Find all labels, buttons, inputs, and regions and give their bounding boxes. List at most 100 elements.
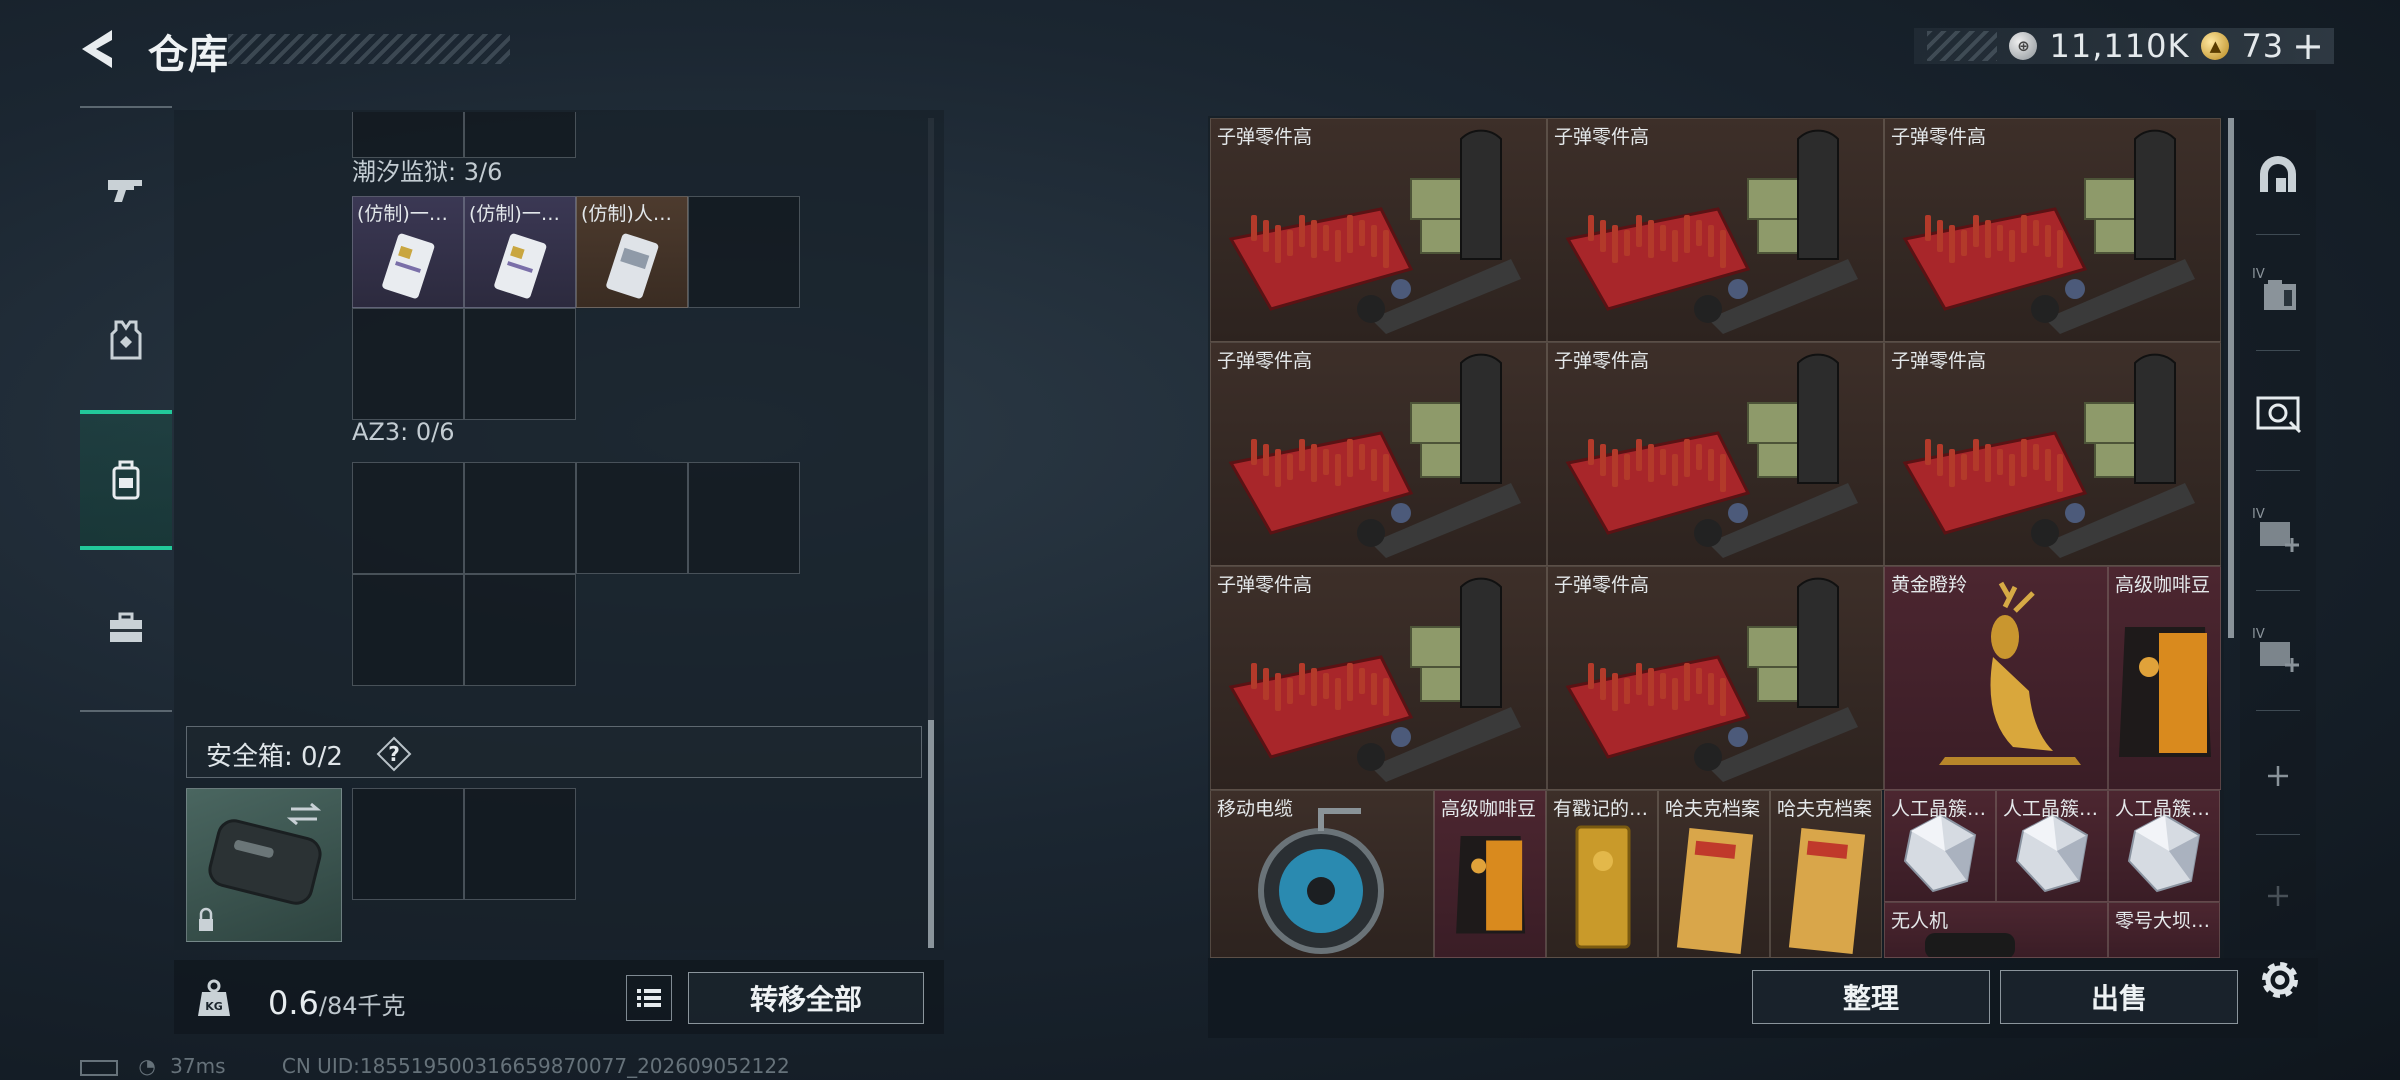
hafu-coin-value: 11,110K — [2049, 27, 2190, 65]
grid-slot[interactable] — [352, 574, 464, 686]
storage-scrollbar[interactable] — [928, 118, 934, 948]
item-name: 人工晶簇… — [1891, 798, 1987, 820]
stash-item-crystal[interactable]: 人工晶簇… — [1996, 790, 2108, 902]
grid-slot[interactable] — [464, 308, 576, 420]
grid-slot[interactable] — [352, 462, 464, 574]
stash-item-crystal[interactable]: 人工晶簇… — [1884, 790, 1996, 902]
nav-backpack[interactable] — [80, 410, 172, 550]
stash-item-folder[interactable]: 哈夫克档案 — [1658, 790, 1770, 958]
ammo-crate-icon — [1885, 119, 2220, 341]
tab-7[interactable]: IV — [2250, 624, 2306, 680]
stash-item-gold-gazelle[interactable]: 黄金瞪羚 — [1884, 566, 2108, 790]
silver-coin-icon: ⊕ — [2009, 32, 2038, 60]
left-category-nav — [80, 106, 172, 712]
safe-box-slot[interactable] — [352, 788, 464, 900]
stash-item-cable-reel[interactable]: 移动电缆 — [1210, 790, 1434, 958]
stash-item-ammo-crate[interactable]: 子弹零件高 — [1884, 118, 2221, 342]
tab-add-2[interactable] — [2250, 868, 2306, 924]
coffee-icon — [2109, 567, 2220, 789]
gold-coin-icon: ▲ — [2201, 32, 2230, 60]
stash-item-ammo-crate[interactable]: 子弹零件高 — [1210, 566, 1547, 790]
grid-slot[interactable] — [464, 462, 576, 574]
nav-equipment[interactable] — [80, 270, 172, 410]
settings-button[interactable] — [2254, 954, 2306, 1006]
stash-item-crystal[interactable]: 人工晶簇… — [2108, 790, 2220, 902]
page-title: 仓库 — [148, 32, 228, 78]
stash-item-drone[interactable]: 无人机 — [1884, 902, 2108, 958]
list-view-button[interactable] — [626, 975, 672, 1021]
weight-max: /84千克 — [318, 992, 406, 1020]
weight-value: 0.6/84千克 — [268, 984, 406, 1022]
tab-separator — [2256, 834, 2300, 835]
grid-slot[interactable] — [576, 462, 688, 574]
item-name: 人工晶簇… — [2003, 798, 2099, 820]
sell-button[interactable]: 出售 — [2000, 970, 2238, 1024]
medkit-plus-icon: IV — [2252, 627, 2299, 672]
stash-item-ammo-crate[interactable]: 子弹零件高 — [1210, 118, 1547, 342]
list-icon — [637, 989, 661, 1007]
item-name: 零号大坝… — [2115, 910, 2211, 932]
stash-item-ammo-crate[interactable]: 子弹零件高 — [1210, 342, 1547, 566]
nav-weapon[interactable] — [80, 120, 172, 260]
grid-slot[interactable] — [688, 196, 800, 308]
storage-item-card[interactable]: (仿制)一… — [352, 196, 464, 308]
grid-slot[interactable] — [688, 462, 800, 574]
ammo-crate-icon — [1211, 119, 1546, 341]
grid-slot[interactable] — [352, 308, 464, 420]
battery-icon — [80, 1059, 118, 1076]
stash-item-ammo-crate[interactable]: 子弹零件高 — [1547, 566, 1884, 790]
item-name: 子弹零件高 — [1217, 126, 1313, 148]
back-button[interactable] — [78, 26, 124, 72]
item-name: (仿制)一… — [469, 203, 560, 225]
add-currency-button[interactable]: + — [2292, 24, 2324, 68]
help-icon[interactable]: ? — [374, 734, 414, 774]
gold-gazelle-icon — [1885, 567, 2107, 789]
item-name: 子弹零件高 — [1554, 126, 1650, 148]
stash-item-misc[interactable]: 零号大坝… — [2108, 902, 2220, 958]
section-label: 潮汐监狱: 3/6 — [352, 158, 503, 186]
stash-item-ammo-crate[interactable]: 子弹零件高 — [1547, 118, 1884, 342]
stash-item-coffee[interactable]: 高级咖啡豆 — [1434, 790, 1546, 958]
tab-6[interactable]: IV — [2250, 504, 2306, 560]
ammo-crate-icon — [1211, 343, 1546, 565]
currency-decoration — [1927, 31, 1998, 61]
plus-icon — [2268, 886, 2288, 906]
arch-icon — [2260, 156, 2296, 192]
safe-box-slot[interactable] — [464, 788, 576, 900]
item-name: 子弹零件高 — [1217, 350, 1313, 372]
ammo-crate-icon — [1885, 343, 2220, 565]
stash-item-coffee[interactable]: 高级咖啡豆 — [2108, 566, 2221, 790]
folder-icon: IV — [2252, 267, 2296, 310]
tab-separator — [2256, 710, 2300, 711]
sort-button[interactable]: 整理 — [1752, 970, 1990, 1024]
stash-item-ammo-crate[interactable]: 子弹零件高 — [1884, 342, 2221, 566]
access-card-icon — [494, 233, 547, 299]
safe-box-case[interactable] — [186, 788, 342, 942]
tab-5[interactable] — [2250, 384, 2306, 440]
stash-grid[interactable]: 子弹零件高 子弹零件高 子弹零件高 子弹零件高 子弹零件高 子弹零件高 子弹零件… — [1210, 118, 2222, 958]
vest-icon — [110, 320, 142, 360]
item-name: 子弹零件高 — [1217, 574, 1313, 596]
stash-scrollbar[interactable] — [2228, 118, 2234, 638]
access-card-icon — [606, 233, 659, 299]
storage-item-card[interactable]: (仿制)人… — [576, 196, 688, 308]
nav-briefcase[interactable] — [80, 558, 172, 698]
tab-separator — [2256, 590, 2300, 591]
scrollbar-thumb[interactable] — [928, 720, 934, 948]
storage-item-card[interactable]: (仿制)一… — [464, 196, 576, 308]
grid-slot[interactable] — [464, 574, 576, 686]
tab-add[interactable] — [2250, 748, 2306, 804]
tab-4[interactable]: IV — [2250, 264, 2306, 320]
weight-icon-label: KG — [205, 1000, 223, 1013]
backpack-icon — [112, 460, 140, 500]
svg-text:IV: IV — [2252, 507, 2265, 522]
tab-all[interactable] — [2250, 148, 2306, 204]
item-name: 有戳记的… — [1553, 798, 1649, 820]
item-name: 子弹零件高 — [1891, 126, 1987, 148]
item-name: (仿制)人… — [581, 203, 672, 225]
stash-item-gold-bar[interactable]: 有戳记的… — [1546, 790, 1658, 958]
stash-item-folder[interactable]: 哈夫克档案 — [1770, 790, 1882, 958]
stash-item-ammo-crate[interactable]: 子弹零件高 — [1547, 342, 1884, 566]
transfer-all-button[interactable]: 转移全部 — [688, 972, 924, 1024]
svg-text:IV: IV — [2252, 627, 2265, 642]
